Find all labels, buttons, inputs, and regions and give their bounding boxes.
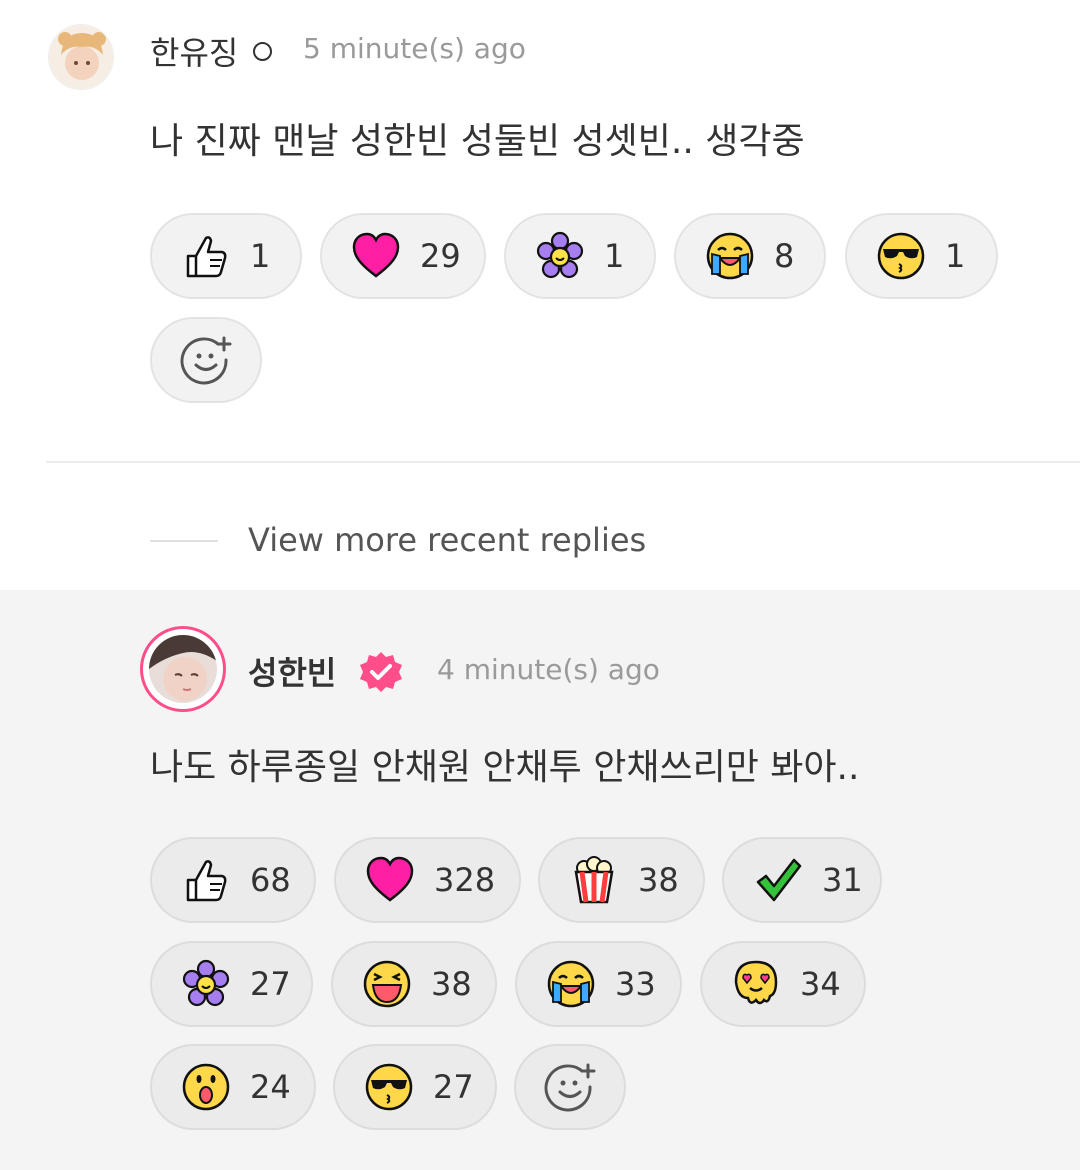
reply-text: 나도 하루종일 안채원 안채투 안채쓰리만 봐아.. bbox=[150, 747, 860, 788]
reaction-count: 38 bbox=[638, 861, 679, 899]
thumbs-up-icon bbox=[186, 860, 227, 902]
reaction-thumbs-up[interactable]: 68 bbox=[150, 837, 316, 923]
comment-text: 나 진짜 맨날 성한빈 성둘빈 성셋빈.. 생각중 bbox=[150, 121, 805, 162]
sunglasses-kiss-face-icon bbox=[365, 1063, 413, 1111]
laughing-face-icon bbox=[363, 960, 411, 1008]
reaction-count: 31 bbox=[822, 861, 863, 899]
add-reaction-icon bbox=[180, 336, 232, 385]
reaction-count: 328 bbox=[434, 861, 496, 899]
reaction-count: 1 bbox=[250, 237, 271, 275]
reaction-heart[interactable]: 328 bbox=[334, 837, 521, 923]
sunglasses-kiss-face-icon bbox=[877, 232, 925, 280]
avatar-ring[interactable] bbox=[140, 626, 226, 712]
reaction-thumbs-up[interactable]: 1 bbox=[150, 213, 302, 299]
reaction-flower[interactable]: 27 bbox=[150, 941, 313, 1027]
avatar[interactable] bbox=[149, 635, 217, 703]
avatar[interactable] bbox=[48, 24, 114, 90]
reaction-count: 1 bbox=[945, 237, 966, 275]
verified-badge-icon bbox=[360, 652, 402, 692]
comment-card: 한유징 5 minute(s) ago 나 진짜 맨날 성한빈 성둘빈 성셋빈.… bbox=[0, 0, 1080, 462]
reaction-sunglasses-face[interactable]: 27 bbox=[333, 1044, 497, 1130]
popcorn-icon bbox=[574, 856, 614, 904]
divider bbox=[46, 461, 1080, 463]
comment-author[interactable]: 한유징 bbox=[150, 28, 238, 74]
reaction-count: 38 bbox=[431, 965, 472, 1003]
reaction-laughing-face[interactable]: 38 bbox=[331, 941, 497, 1027]
reaction-melting-heart-eyes[interactable]: 34 bbox=[700, 941, 866, 1027]
reaction-count: 24 bbox=[250, 1068, 291, 1106]
reaction-count: 29 bbox=[420, 237, 461, 275]
heart-icon bbox=[352, 232, 400, 278]
reaction-count: 8 bbox=[774, 237, 795, 275]
reaction-count: 1 bbox=[604, 237, 625, 275]
flower-icon bbox=[182, 959, 230, 1007]
add-reaction-icon bbox=[544, 1063, 596, 1112]
view-more-replies-link[interactable]: View more recent replies bbox=[248, 521, 646, 559]
reaction-count: 34 bbox=[800, 965, 841, 1003]
thumbs-up-icon bbox=[186, 236, 227, 278]
reaction-popcorn[interactable]: 38 bbox=[538, 837, 705, 923]
check-icon bbox=[756, 858, 802, 902]
reaction-crying-face[interactable]: 8 bbox=[674, 213, 826, 299]
ring-icon bbox=[253, 42, 272, 61]
reaction-count: 27 bbox=[433, 1068, 474, 1106]
reaction-flower[interactable]: 1 bbox=[504, 213, 656, 299]
heart-icon bbox=[366, 856, 414, 902]
crying-face-icon bbox=[706, 232, 754, 280]
reaction-surprised-face[interactable]: 24 bbox=[150, 1044, 316, 1130]
add-reaction-button[interactable] bbox=[514, 1044, 626, 1130]
reaction-sunglasses-face[interactable]: 1 bbox=[845, 213, 998, 299]
crying-face-icon bbox=[547, 960, 595, 1008]
comment-timestamp: 5 minute(s) ago bbox=[303, 32, 526, 65]
melting-heart-eyes-icon bbox=[734, 960, 778, 1005]
add-reaction-button[interactable] bbox=[150, 317, 262, 403]
reaction-check[interactable]: 31 bbox=[722, 837, 882, 923]
reaction-crying-face[interactable]: 33 bbox=[515, 941, 682, 1027]
surprised-face-icon bbox=[182, 1063, 230, 1111]
reaction-count: 68 bbox=[250, 861, 291, 899]
view-more-line bbox=[150, 540, 218, 542]
reaction-count: 27 bbox=[250, 965, 291, 1003]
reply-author[interactable]: 성한빈 bbox=[248, 648, 336, 694]
flower-icon bbox=[536, 231, 584, 279]
reaction-count: 33 bbox=[615, 965, 656, 1003]
reply-timestamp: 4 minute(s) ago bbox=[437, 653, 660, 686]
reaction-heart[interactable]: 29 bbox=[320, 213, 486, 299]
